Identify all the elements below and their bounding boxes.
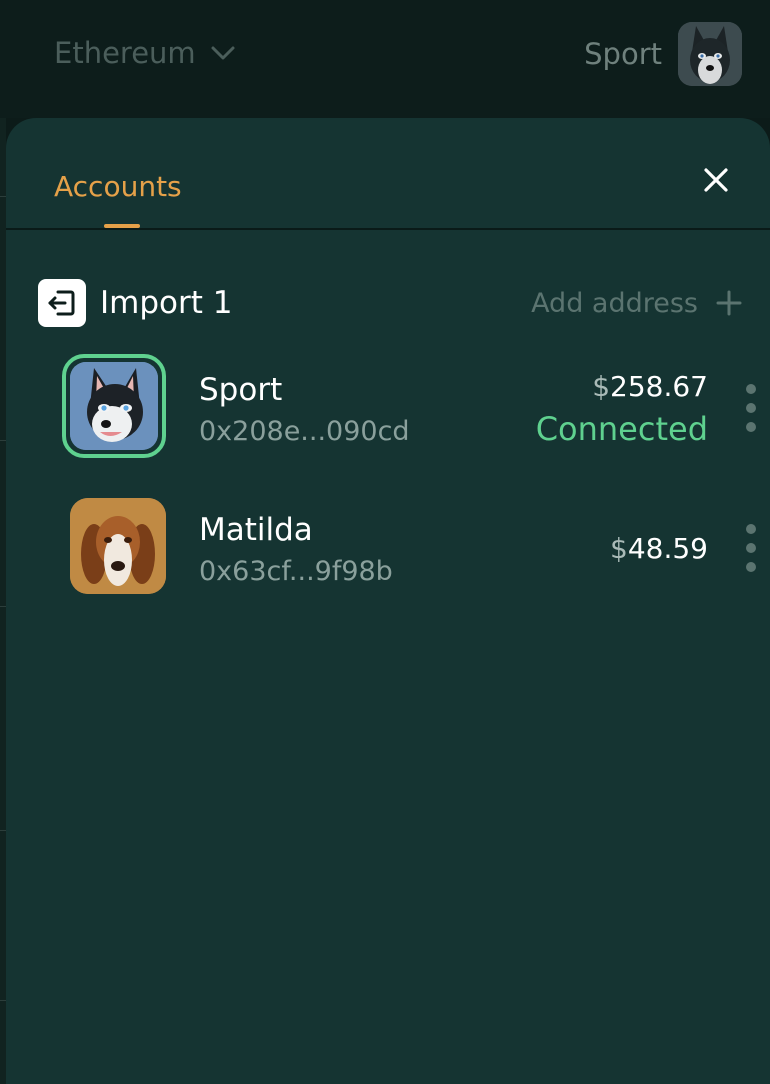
current-account-chip[interactable]: Sport (584, 22, 742, 86)
account-address: 0x63cf...9f98b (199, 556, 393, 587)
current-account-avatar (678, 22, 742, 86)
current-account-name: Sport (584, 37, 662, 71)
account-balance: $48.59 (610, 532, 708, 565)
close-icon[interactable] (700, 164, 732, 196)
plus-icon (716, 290, 742, 316)
account-balance: $258.67 (592, 370, 708, 403)
account-item-matilda[interactable]: Matilda 0x63cf...9f98b $48.59 (62, 498, 762, 608)
add-address-label: Add address (531, 287, 698, 319)
top-bar: Ethereum Sport (0, 0, 770, 118)
kebab-menu-icon[interactable] (746, 384, 758, 432)
connected-status: Connected (535, 410, 708, 448)
chevron-down-icon (211, 46, 235, 60)
avatar-selected-ring (62, 354, 166, 458)
balance-amount: 258.67 (610, 370, 708, 403)
account-address: 0x208e...090cd (199, 416, 410, 447)
import-icon (38, 279, 86, 327)
balance-amount: 48.59 (627, 532, 708, 565)
add-address-button[interactable]: Add address (531, 288, 742, 319)
account-item-sport[interactable]: Sport 0x208e...090cd $258.67 Connected (62, 354, 762, 464)
network-label: Ethereum (54, 36, 196, 70)
panel-header-divider (6, 228, 770, 230)
account-name: Matilda (199, 512, 313, 548)
group-title: Import 1 (100, 285, 233, 321)
tab-accounts[interactable]: Accounts (54, 170, 182, 203)
account-name: Sport (199, 372, 283, 408)
accounts-panel: Accounts Import 1 Add address Sport 0x20… (6, 118, 770, 1084)
network-selector[interactable]: Ethereum (54, 36, 236, 70)
avatar (70, 498, 166, 594)
kebab-menu-icon[interactable] (746, 524, 758, 572)
account-group-header: Import 1 Add address (38, 278, 742, 328)
currency-symbol: $ (592, 370, 611, 403)
avatar (70, 362, 158, 450)
currency-symbol: $ (610, 532, 628, 565)
